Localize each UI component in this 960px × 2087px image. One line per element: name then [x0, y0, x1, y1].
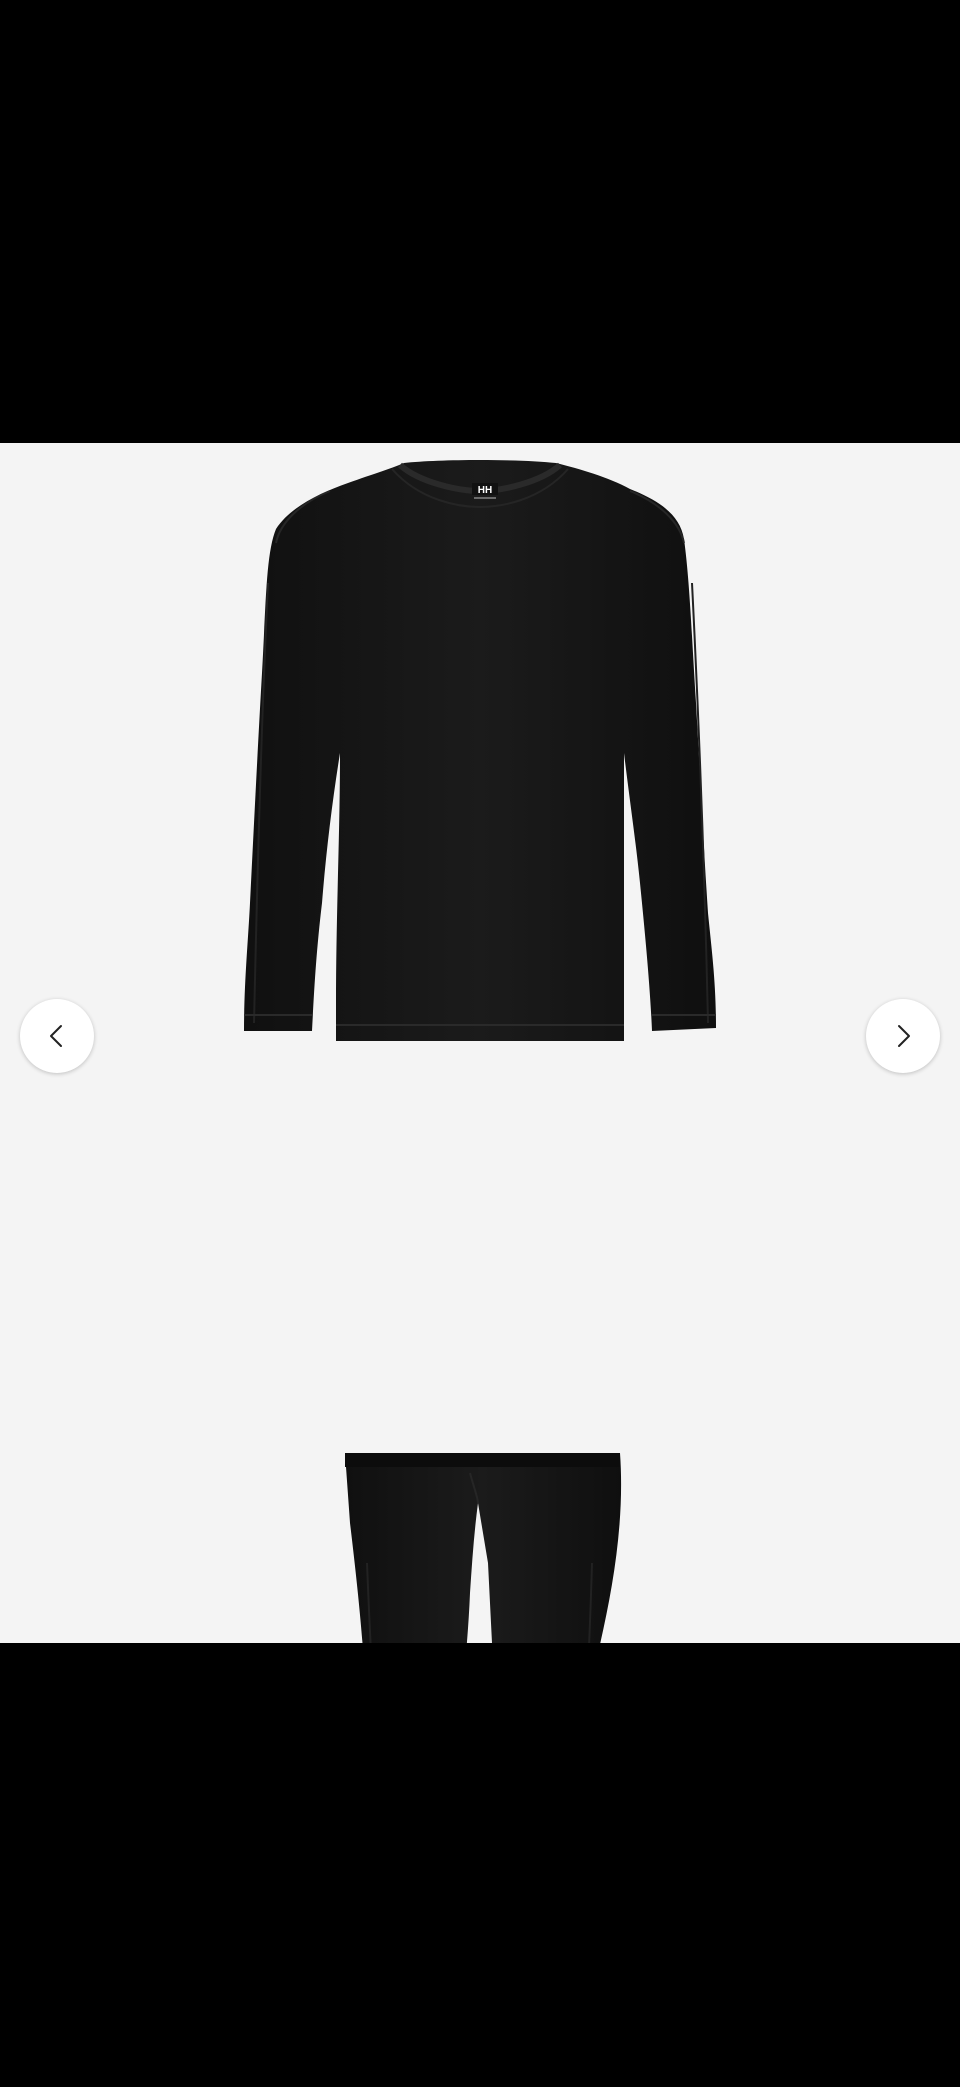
letterbox-top	[0, 0, 960, 443]
svg-text:HH: HH	[478, 485, 492, 496]
next-image-button[interactable]	[866, 999, 940, 1073]
screen: HH	[0, 0, 960, 2087]
long-sleeve-top	[244, 460, 716, 1041]
chevron-right-icon	[898, 1025, 910, 1047]
image-carousel[interactable]: HH	[0, 443, 960, 1643]
previous-image-button[interactable]	[20, 999, 94, 1073]
product-image: HH	[244, 460, 716, 1643]
letterbox-bottom	[0, 1643, 960, 2087]
chevron-left-icon	[50, 1025, 62, 1047]
leggings	[345, 1453, 622, 1643]
